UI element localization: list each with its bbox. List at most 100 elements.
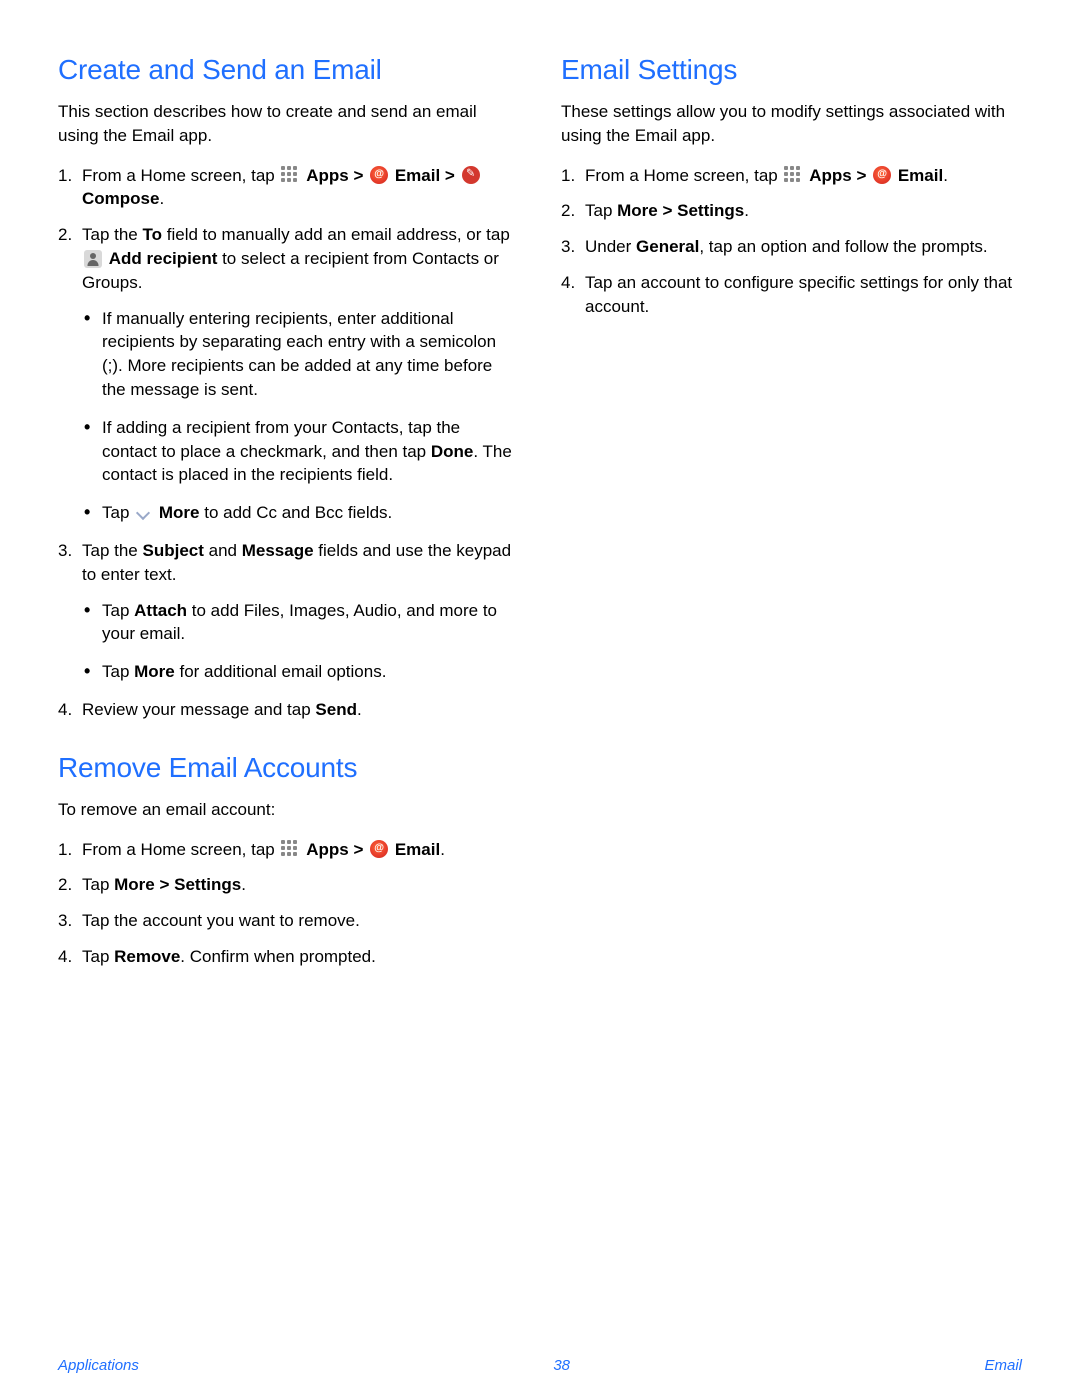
addrec-label: Add recipient — [109, 249, 218, 268]
section-email-settings: Email Settings These settings allow you … — [561, 54, 1022, 319]
footer-page-number: 38 — [553, 1357, 570, 1374]
dot: . — [943, 166, 948, 185]
dot: . — [241, 875, 246, 894]
text: . Confirm when prompted. — [180, 947, 376, 966]
contact-icon — [84, 250, 102, 268]
section-remove-accounts: Remove Email Accounts To remove an email… — [58, 752, 519, 969]
step-2: Tap More > Settings. — [58, 873, 519, 897]
apps-label: Apps — [809, 166, 852, 185]
compose-icon — [462, 166, 480, 184]
subject-label: Subject — [143, 541, 204, 560]
apps-label: Apps — [306, 166, 349, 185]
text: From a Home screen, tap — [585, 166, 782, 185]
step-4: Review your message and tap Send. — [58, 698, 519, 722]
text: Tap the — [82, 541, 143, 560]
heading-create-send: Create and Send an Email — [58, 54, 519, 86]
heading-email-settings: Email Settings — [561, 54, 1022, 86]
step-1: From a Home screen, tap Apps > Email. — [561, 164, 1022, 188]
text: Tap the — [82, 225, 143, 244]
more-label: More — [617, 201, 658, 220]
page-footer: Applications 38 Email — [0, 1357, 1080, 1374]
step-3: Under General, tap an option and follow … — [561, 235, 1022, 259]
step-1: From a Home screen, tap Apps > Email. — [58, 838, 519, 862]
email-label: Email — [395, 840, 440, 859]
page-content: Create and Send an Email This section de… — [0, 0, 1080, 999]
text: Tap — [82, 947, 114, 966]
bullet-3b: Tap More for additional email options. — [82, 660, 519, 684]
step-4: Tap an account to configure specific set… — [561, 271, 1022, 319]
gt: > — [155, 875, 174, 894]
remove-label: Remove — [114, 947, 180, 966]
email-icon — [370, 840, 388, 858]
more-label: More — [114, 875, 155, 894]
bullet-2c: Tap More to add Cc and Bcc fields. — [82, 501, 519, 525]
steps-email-settings: From a Home screen, tap Apps > Email. Ta… — [561, 164, 1022, 319]
settings-label: Settings — [677, 201, 744, 220]
step-2: Tap the To field to manually add an emai… — [58, 223, 519, 525]
text: If adding a recipient from your Contacts… — [102, 418, 460, 461]
email-icon — [873, 166, 891, 184]
bullet-2a: If manually entering recipients, enter a… — [82, 307, 519, 402]
dot: . — [440, 840, 445, 859]
email-icon — [370, 166, 388, 184]
step-3: Tap the account you want to remove. — [58, 909, 519, 933]
apps-label: Apps — [306, 840, 349, 859]
gt: > — [353, 166, 368, 185]
left-column: Create and Send an Email This section de… — [58, 54, 519, 999]
dot: . — [744, 201, 749, 220]
bullet-3a: Tap Attach to add Files, Images, Audio, … — [82, 599, 519, 647]
text: Tap — [102, 503, 134, 522]
step-2: Tap More > Settings. — [561, 199, 1022, 223]
step-1: From a Home screen, tap Apps > Email > C… — [58, 164, 519, 212]
text: and — [204, 541, 242, 560]
intro-email-settings: These settings allow you to modify setti… — [561, 100, 1022, 148]
text: , tap an option and follow the prompts. — [699, 237, 987, 256]
text: for additional email options. — [175, 662, 387, 681]
right-column: Email Settings These settings allow you … — [561, 54, 1022, 999]
apps-icon — [281, 166, 299, 184]
text: Under — [585, 237, 636, 256]
text: Tap — [82, 875, 114, 894]
message-label: Message — [242, 541, 314, 560]
text: From a Home screen, tap — [82, 840, 279, 859]
bullet-2b: If adding a recipient from your Contacts… — [82, 416, 519, 487]
step-3: Tap the Subject and Message fields and u… — [58, 539, 519, 684]
compose-label: Compose — [82, 189, 159, 208]
heading-remove: Remove Email Accounts — [58, 752, 519, 784]
email-label: Email — [395, 166, 440, 185]
send-label: Send — [315, 700, 357, 719]
settings-label: Settings — [174, 875, 241, 894]
apps-icon — [281, 840, 299, 858]
step-4: Tap Remove. Confirm when prompted. — [58, 945, 519, 969]
to-label: To — [143, 225, 163, 244]
text: Review your message and tap — [82, 700, 315, 719]
text: to add Cc and Bcc fields. — [200, 503, 393, 522]
apps-icon — [784, 166, 802, 184]
steps-remove: From a Home screen, tap Apps > Email. Ta… — [58, 838, 519, 969]
text: Tap — [102, 601, 134, 620]
text: Tap — [102, 662, 134, 681]
gt: > — [353, 840, 368, 859]
text: Tap — [585, 201, 617, 220]
section-create-send: Create and Send an Email This section de… — [58, 54, 519, 722]
step-3-bullets: Tap Attach to add Files, Images, Audio, … — [82, 599, 519, 684]
footer-right: Email — [984, 1357, 1022, 1374]
email-label: Email — [898, 166, 943, 185]
done-label: Done — [431, 442, 474, 461]
more-label: More — [159, 503, 200, 522]
footer-left: Applications — [58, 1357, 139, 1374]
text: From a Home screen, tap — [82, 166, 279, 185]
dot: . — [159, 189, 164, 208]
more-label-2: More — [134, 662, 175, 681]
gt: > — [658, 201, 677, 220]
attach-label: Attach — [134, 601, 187, 620]
steps-create-send: From a Home screen, tap Apps > Email > C… — [58, 164, 519, 722]
intro-remove: To remove an email account: — [58, 798, 519, 822]
text: . — [357, 700, 362, 719]
text: field to manually add an email address, … — [162, 225, 510, 244]
step-2-bullets: If manually entering recipients, enter a… — [82, 307, 519, 525]
chevron-down-icon — [136, 507, 152, 519]
general-label: General — [636, 237, 699, 256]
gt: > — [856, 166, 871, 185]
intro-create-send: This section describes how to create and… — [58, 100, 519, 148]
